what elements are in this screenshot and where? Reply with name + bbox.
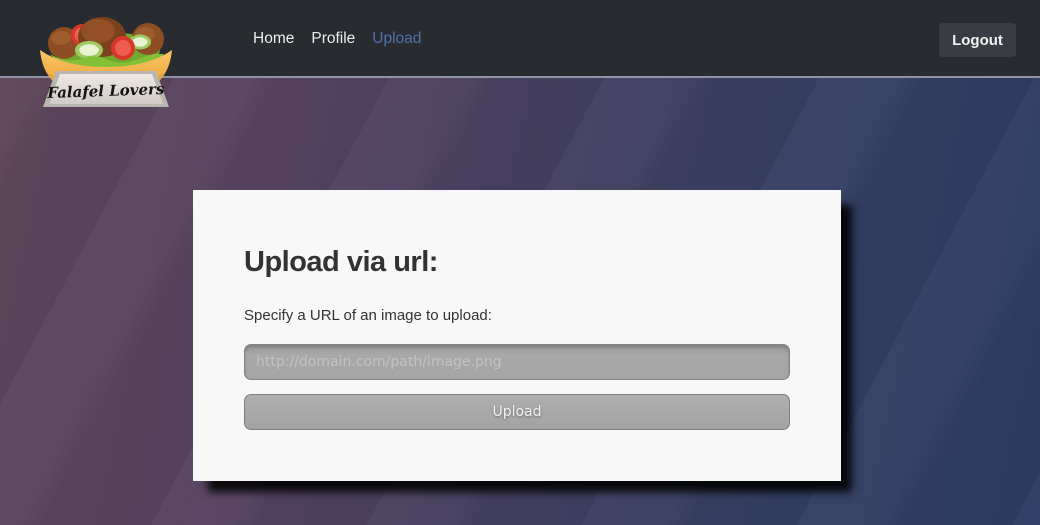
upload-submit-button[interactable]: Upload [244, 394, 790, 430]
page-title: Upload via url: [244, 248, 790, 277]
image-url-input[interactable] [244, 344, 790, 380]
brand-logo[interactable]: Falafel Lovers [36, 10, 176, 110]
falafel-bowl-illustration: Falafel Lovers [36, 10, 176, 110]
logout-button[interactable]: Logout [939, 23, 1016, 57]
nav-item-upload[interactable]: Upload [372, 30, 421, 48]
main-nav: Home Profile Upload [253, 0, 421, 78]
upload-instruction: Specify a URL of an image to upload: [244, 307, 790, 324]
nav-item-home[interactable]: Home [253, 30, 294, 48]
nav-item-profile[interactable]: Profile [311, 30, 355, 48]
upload-card: Upload via url: Specify a URL of an imag… [193, 190, 841, 481]
